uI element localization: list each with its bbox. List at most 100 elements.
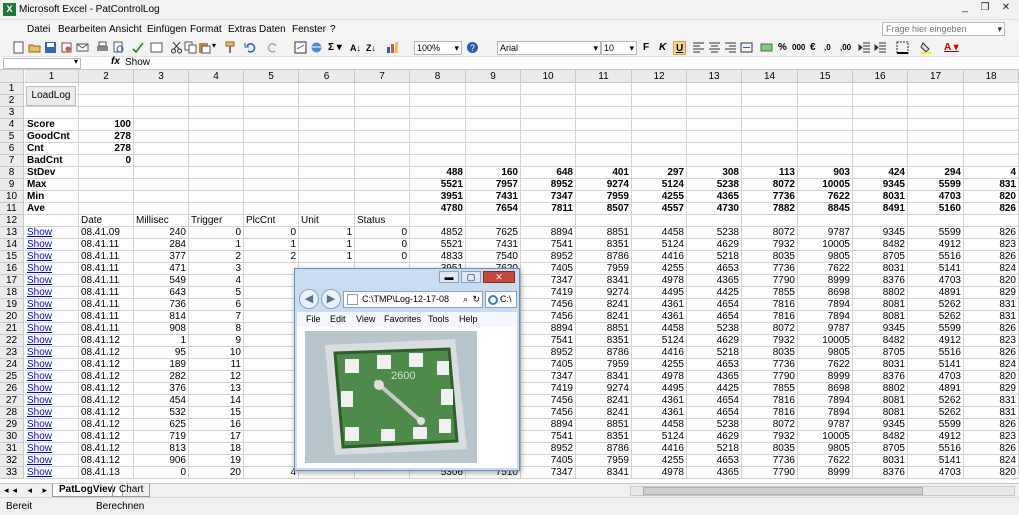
row-header[interactable]: 28 bbox=[0, 407, 24, 419]
grid-cell[interactable]: 488 bbox=[410, 167, 466, 179]
grid-cell[interactable] bbox=[134, 167, 189, 179]
hyperlink-icon[interactable] bbox=[294, 41, 307, 54]
show-link[interactable]: Show bbox=[25, 419, 79, 431]
grid-cell[interactable]: 7347 bbox=[521, 371, 576, 383]
grid-cell[interactable]: 4 bbox=[244, 467, 299, 479]
grid-cell[interactable]: 7736 bbox=[742, 359, 798, 371]
grid-cell[interactable]: 4 bbox=[964, 167, 1019, 179]
grid-cell[interactable] bbox=[908, 107, 964, 119]
increase-indent-icon[interactable] bbox=[874, 41, 887, 54]
grid-cell[interactable]: 908 bbox=[134, 323, 189, 335]
grid-cell[interactable]: 08.41.12 bbox=[79, 431, 134, 443]
grid-cell[interactable] bbox=[25, 215, 79, 227]
grid-cell[interactable] bbox=[79, 191, 134, 203]
grid-cell[interactable]: 719 bbox=[134, 431, 189, 443]
grid-cell[interactable]: 4912 bbox=[908, 335, 964, 347]
grid-cell[interactable] bbox=[244, 407, 299, 419]
percent-button[interactable]: % bbox=[778, 41, 787, 55]
grid-cell[interactable] bbox=[244, 311, 299, 323]
grid-cell[interactable]: 4361 bbox=[632, 299, 687, 311]
row-header[interactable]: 11 bbox=[0, 203, 24, 215]
grid-cell[interactable] bbox=[964, 107, 1019, 119]
grid-cell[interactable] bbox=[798, 83, 853, 95]
grid-cell[interactable]: 1 bbox=[244, 239, 299, 251]
grid-cell[interactable] bbox=[244, 131, 299, 143]
grid-cell[interactable]: 8894 bbox=[521, 323, 576, 335]
restore-button[interactable]: ❐ bbox=[977, 1, 993, 15]
grid-cell[interactable] bbox=[299, 119, 355, 131]
grid-cell[interactable]: 8894 bbox=[521, 227, 576, 239]
grid-cell[interactable]: 820 bbox=[964, 371, 1019, 383]
grid-cell[interactable]: 7456 bbox=[521, 407, 576, 419]
grid-cell[interactable] bbox=[687, 131, 742, 143]
grid-cell[interactable]: 824 bbox=[964, 359, 1019, 371]
menu-datei[interactable]: Datei bbox=[27, 24, 50, 35]
menu-format[interactable]: Format bbox=[190, 24, 222, 35]
grid-cell[interactable]: 4730 bbox=[687, 203, 742, 215]
grid-cell[interactable]: 643 bbox=[134, 287, 189, 299]
grid-cell[interactable]: 4852 bbox=[410, 227, 466, 239]
grid-cell[interactable]: 4361 bbox=[632, 311, 687, 323]
grid-cell[interactable]: 0 bbox=[189, 227, 244, 239]
row-header[interactable]: 1 bbox=[0, 83, 24, 95]
grid-cell[interactable]: 813 bbox=[134, 443, 189, 455]
grid-cell[interactable]: 17 bbox=[189, 431, 244, 443]
grid-cell[interactable] bbox=[244, 419, 299, 431]
grid-cell[interactable] bbox=[466, 155, 521, 167]
grid-cell[interactable] bbox=[299, 107, 355, 119]
grid-cell[interactable] bbox=[244, 299, 299, 311]
grid-cell[interactable]: 08.41.12 bbox=[79, 407, 134, 419]
align-left-icon[interactable] bbox=[692, 41, 705, 54]
row-header[interactable]: 5 bbox=[0, 131, 24, 143]
grid-cell[interactable]: 08.41.11 bbox=[79, 323, 134, 335]
grid-cell[interactable]: 7894 bbox=[798, 299, 853, 311]
bold-button[interactable]: F bbox=[643, 41, 649, 55]
grid-cell[interactable]: GoodCnt bbox=[25, 131, 79, 143]
grid-cell[interactable]: 297 bbox=[632, 167, 687, 179]
grid-cell[interactable] bbox=[244, 95, 299, 107]
grid-cell[interactable]: Cnt bbox=[25, 143, 79, 155]
grid-cell[interactable] bbox=[964, 143, 1019, 155]
menu-einfuegen[interactable]: Einfügen bbox=[147, 24, 186, 35]
merge-center-icon[interactable] bbox=[740, 41, 753, 54]
grid-cell[interactable]: 4255 bbox=[632, 359, 687, 371]
grid-cell[interactable]: 4458 bbox=[632, 323, 687, 335]
redo-icon[interactable] bbox=[266, 41, 279, 54]
grid-cell[interactable]: 5516 bbox=[908, 443, 964, 455]
grid-cell[interactable]: 0 bbox=[79, 155, 134, 167]
grid-cell[interactable] bbox=[79, 83, 134, 95]
grid-cell[interactable] bbox=[908, 95, 964, 107]
grid-cell[interactable]: 4495 bbox=[632, 383, 687, 395]
grid-cell[interactable]: 826 bbox=[964, 419, 1019, 431]
grid-cell[interactable]: 823 bbox=[964, 431, 1019, 443]
row-header[interactable]: 6 bbox=[0, 143, 24, 155]
euro-button[interactable]: € bbox=[810, 41, 816, 55]
grid-cell[interactable]: 08.41.11 bbox=[79, 299, 134, 311]
grid-cell[interactable]: 7456 bbox=[521, 395, 576, 407]
grid-cell[interactable]: 9345 bbox=[853, 419, 908, 431]
grid-cell[interactable]: 8072 bbox=[742, 323, 798, 335]
row-header[interactable]: 23 bbox=[0, 347, 24, 359]
grid-cell[interactable] bbox=[742, 155, 798, 167]
grid-cell[interactable]: 4361 bbox=[632, 395, 687, 407]
grid-cell[interactable] bbox=[466, 119, 521, 131]
grid-cell[interactable] bbox=[79, 179, 134, 191]
grid-cell[interactable] bbox=[25, 107, 79, 119]
grid-cell[interactable] bbox=[355, 191, 410, 203]
grid-cell[interactable]: 7957 bbox=[466, 179, 521, 191]
grid-cell[interactable] bbox=[299, 155, 355, 167]
grid-cell[interactable]: 625 bbox=[134, 419, 189, 431]
grid-cell[interactable]: 8081 bbox=[853, 395, 908, 407]
grid-cell[interactable] bbox=[798, 95, 853, 107]
show-link[interactable]: Show bbox=[25, 227, 79, 239]
grid-cell[interactable]: 4654 bbox=[687, 407, 742, 419]
grid-cell[interactable]: 7405 bbox=[521, 359, 576, 371]
grid-cell[interactable]: Max bbox=[25, 179, 79, 191]
grid-cell[interactable]: 8705 bbox=[853, 347, 908, 359]
grid-cell[interactable]: 7541 bbox=[521, 431, 576, 443]
column-header[interactable]: 6 bbox=[299, 70, 355, 83]
grid-cell[interactable]: 8952 bbox=[521, 179, 576, 191]
grid-cell[interactable]: 113 bbox=[742, 167, 798, 179]
row-header[interactable]: 31 bbox=[0, 443, 24, 455]
grid-cell[interactable]: 7736 bbox=[742, 455, 798, 467]
